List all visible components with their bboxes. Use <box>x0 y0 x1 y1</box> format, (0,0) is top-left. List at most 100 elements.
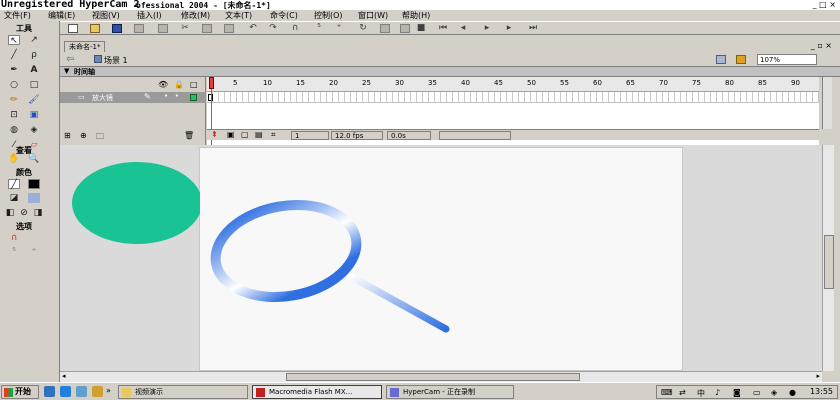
pencil-tool-icon[interactable]: ✏ <box>8 95 20 105</box>
layer-color-swatch[interactable] <box>190 94 197 101</box>
new-document-icon[interactable] <box>68 24 78 33</box>
ime-icon[interactable]: 中 <box>697 388 705 399</box>
menu-modify[interactable]: 修改(M) <box>181 10 210 21</box>
oval-tool-icon[interactable]: ○ <box>8 80 20 90</box>
task-flash[interactable]: Macromedia Flash MX... <box>252 385 382 399</box>
rectangle-tool-icon[interactable]: □ <box>28 80 40 90</box>
smooth-icon[interactable]: ⁵ <box>314 24 324 33</box>
collapse-arrow-icon[interactable]: ▼ <box>64 67 69 75</box>
arrow-tool-icon[interactable]: ↖ <box>8 35 20 46</box>
center-frame-icon[interactable]: ⇞ <box>211 130 218 139</box>
text-tool-icon[interactable]: A <box>28 65 40 75</box>
green-circle-shape[interactable] <box>72 162 200 244</box>
playhead[interactable] <box>209 77 214 89</box>
controller-end-icon[interactable]: ⏭ <box>528 24 538 33</box>
frame-row[interactable] <box>207 92 819 103</box>
controller-rewind-icon[interactable]: ⏮ <box>438 24 448 33</box>
menu-control[interactable]: 控制(O) <box>314 10 343 21</box>
vertical-scroll-thumb[interactable] <box>824 235 834 289</box>
stage-horizontal-scrollbar[interactable]: ◂ ▸ <box>60 371 822 382</box>
frame-ruler[interactable]: 1 5 10 15 20 25 30 35 40 45 50 55 60 65 … <box>207 77 819 92</box>
controller-stop-icon[interactable]: ■ <box>416 24 426 33</box>
quicklaunch-chevron-icon[interactable]: » <box>106 386 111 395</box>
keyboard-icon[interactable]: ⌨ <box>661 388 673 397</box>
back-arrow-icon[interactable]: ⇦ <box>66 54 74 65</box>
task-hypercam[interactable]: HyperCam - 正在录制 <box>386 385 514 399</box>
timeline-header[interactable]: ▼ 时间轴 <box>60 67 840 77</box>
no-color-icon[interactable]: ⊘ <box>18 208 30 218</box>
line-tool-icon[interactable]: ╱ <box>8 50 20 60</box>
add-guide-layer-icon[interactable]: ⊕ <box>80 131 87 140</box>
tray-record-icon[interactable]: ● <box>789 388 796 397</box>
menu-insert[interactable]: 插入(I) <box>137 10 162 21</box>
horizontal-scroll-thumb[interactable] <box>286 373 580 381</box>
redo-icon[interactable]: ↷ <box>268 24 278 33</box>
straighten-option-icon[interactable]: ⁺ <box>28 247 40 257</box>
edit-scene-icon[interactable] <box>716 55 726 64</box>
zoom-tool-icon[interactable]: 🔍 <box>28 154 40 164</box>
menu-window[interactable]: 窗口(W) <box>358 10 388 21</box>
paste-icon[interactable] <box>224 24 234 33</box>
save-icon[interactable] <box>112 24 122 33</box>
show-hide-icon[interactable]: 👁 <box>158 80 168 89</box>
open-folder-icon[interactable] <box>90 24 100 33</box>
magnifier-handle[interactable] <box>346 272 450 333</box>
scroll-right-icon[interactable]: ▸ <box>816 372 820 380</box>
delete-layer-icon[interactable]: 🗑 <box>184 131 194 140</box>
ie-icon[interactable] <box>60 386 71 397</box>
menu-view[interactable]: 视图(V) <box>92 10 120 21</box>
scale-icon[interactable] <box>380 24 390 33</box>
free-transform-tool-icon[interactable]: ⊡ <box>8 110 20 120</box>
smooth-option-icon[interactable]: ⁵ <box>8 247 20 257</box>
fill-color-icon[interactable] <box>28 179 40 189</box>
rotate-icon[interactable]: ↻ <box>358 24 368 33</box>
show-desktop-icon[interactable] <box>44 386 55 397</box>
stage-vertical-scrollbar[interactable] <box>822 145 834 371</box>
lasso-tool-icon[interactable]: ρ <box>28 50 40 60</box>
layer-row[interactable]: ▭ 放大镜 ✎ • • <box>60 92 206 103</box>
snap-icon[interactable]: ∩ <box>290 24 300 33</box>
subselect-tool-icon[interactable]: ↗ <box>28 35 40 45</box>
onion-skin-icon[interactable]: ▣ <box>227 130 235 139</box>
volume-icon[interactable]: ♪ <box>715 388 720 397</box>
tray-app-icon[interactable]: ◙ <box>733 388 741 397</box>
stage[interactable] <box>199 147 683 371</box>
paint-bucket-tool-icon[interactable]: ◈ <box>28 125 40 135</box>
workspace[interactable] <box>60 145 822 371</box>
frame-rate[interactable]: 12.0 fps <box>331 131 383 140</box>
menu-text[interactable]: 文本(T) <box>225 10 252 21</box>
menu-commands[interactable]: 命令(C) <box>270 10 298 21</box>
brush-tool-icon[interactable]: 🖌 <box>28 95 40 105</box>
hand-tool-icon[interactable]: ✋ <box>8 154 20 164</box>
layer-name[interactable]: 放大镜 <box>92 93 113 103</box>
menu-edit[interactable]: 编辑(E) <box>48 10 75 21</box>
copy-icon[interactable] <box>202 24 212 33</box>
straighten-icon[interactable]: ⁺ <box>334 24 344 33</box>
task-folder[interactable]: 视频演示 <box>118 385 248 399</box>
ink-bottle-tool-icon[interactable]: ◍ <box>8 125 20 135</box>
stroke-color-icon[interactable]: ╱ <box>8 179 20 190</box>
cut-icon[interactable]: ✂ <box>180 24 190 33</box>
timeline-vertical-scrollbar[interactable] <box>822 77 832 129</box>
swap-icon[interactable]: ◨ <box>32 208 44 218</box>
pen-tool-icon[interactable]: ✒ <box>8 65 20 75</box>
default-colors-icon[interactable]: ◪ <box>8 193 20 203</box>
timeline-scroll-thumb[interactable] <box>439 131 511 140</box>
insert-layer-icon[interactable]: ⊞ <box>64 131 71 140</box>
controller-step-forward-icon[interactable]: ▸ <box>504 24 514 33</box>
document-tab[interactable]: 未命名-1* <box>64 41 106 52</box>
network-icon[interactable]: ⇄ <box>679 388 686 397</box>
fill-transform-tool-icon[interactable]: ▣ <box>28 110 40 120</box>
controller-step-back-icon[interactable]: ◂ <box>458 24 468 33</box>
modify-onion-markers-icon[interactable]: ⌗ <box>271 130 276 140</box>
scroll-left-icon[interactable]: ◂ <box>62 372 66 380</box>
outline-icon[interactable]: □ <box>190 80 198 89</box>
zoom-select[interactable]: 107% <box>757 54 817 65</box>
lock-icon[interactable]: 🔒 <box>174 80 184 89</box>
magnet-snap-icon[interactable]: ∩ <box>8 233 20 243</box>
document-window-buttons[interactable]: _ ▫ × <box>811 41 832 50</box>
media-icon[interactable] <box>92 386 103 397</box>
outlook-icon[interactable] <box>76 386 87 397</box>
undo-icon[interactable]: ↶ <box>248 24 258 33</box>
tray-security-icon[interactable]: ◈ <box>771 388 777 397</box>
